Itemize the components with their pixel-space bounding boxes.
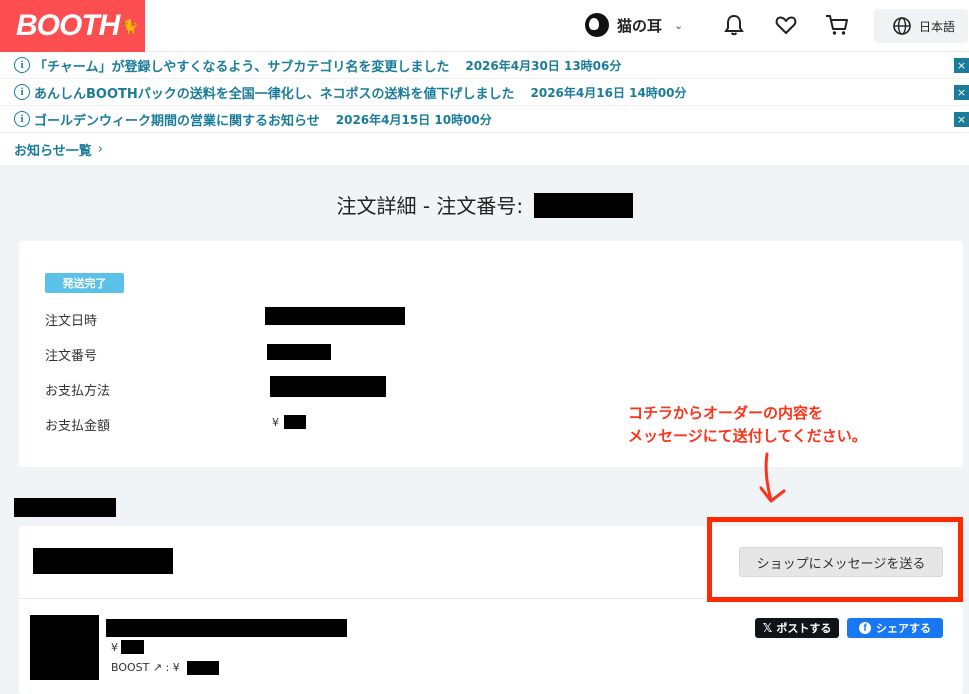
notice-item[interactable]: i 「チャーム」が登録しやすくなるよう、サブカテゴリ名を変更しました 2026年… [0,52,969,79]
bell-icon[interactable] [722,13,746,37]
status-badge: 発送完了 [45,273,124,293]
redacted-item-price [121,640,144,654]
redacted-item-name[interactable] [106,619,347,637]
redacted-order-number-value [267,344,331,360]
close-icon[interactable]: × [954,58,969,73]
header: BOOTH 🐈 猫の耳 ⌄ 日本語 [0,0,969,52]
info-icon: i [14,111,30,127]
annotation-line-1: コチラからオーダーの内容を [628,404,824,422]
instruction-annotation: コチラからオーダーの内容を メッセージにて送付してください。 [628,402,867,448]
close-icon[interactable]: × [954,112,969,127]
page-title: 注文詳細 - 注文番号: [0,190,969,219]
notice-all-link[interactable]: お知らせ一覧 › [0,133,969,165]
facebook-logo-icon: f [859,622,871,634]
highlight-box [707,517,963,602]
close-icon[interactable]: × [954,85,969,100]
username: 猫の耳 [617,16,663,35]
info-icon: i [14,57,30,73]
notice-date: 2026年4月30日 13時06分 [465,58,622,73]
redacted-shop-name [33,548,173,574]
order-date-label: 注文日時 [45,314,98,329]
notice-item[interactable]: i ゴールデンウィーク期間の営業に関するお知らせ 2026年4月15日 10時0… [0,106,969,133]
cart-icon[interactable] [825,13,849,37]
chevron-right-icon: › [97,141,103,157]
item-price-yen: ¥ [111,641,118,654]
globe-icon [893,17,911,35]
page-title-text: 注文詳細 - 注文番号: [336,194,524,218]
boost-label: BOOST ↗ : ¥ [111,661,180,674]
annotation-line-2: メッセージにて送付してください。 [628,427,867,445]
notice-text[interactable]: 「チャーム」が登録しやすくなるよう、サブカテゴリ名を変更しました [34,56,449,75]
language-label: 日本語 [919,19,956,34]
booth-logo[interactable]: BOOTH 🐈 [0,0,145,52]
notice-text[interactable]: ゴールデンウィーク期間の営業に関するお知らせ [34,110,320,129]
redacted-boost-amount [187,661,219,675]
share-fb-label: シェアする [876,622,931,635]
redacted-payment-method [270,376,386,397]
notice-date: 2026年4月15日 10時00分 [335,112,492,127]
info-icon: i [14,84,30,100]
x-logo-icon: 𝕏 [762,621,773,635]
redacted-order-number [533,193,633,218]
order-number-label: 注文番号 [45,349,98,364]
language-selector[interactable]: 日本語 [874,9,968,43]
notice-list: i 「チャーム」が登録しやすくなるよう、サブカテゴリ名を変更しました 2026年… [0,52,969,165]
share-facebook-button[interactable]: f シェアする [847,618,943,638]
notice-all-label: お知らせ一覧 [14,143,92,159]
user-avatar [585,13,609,37]
redacted-item-thumbnail[interactable] [30,615,99,680]
redacted-order-date [265,307,405,325]
chevron-down-icon: ⌄ [674,18,684,32]
redacted-payment-amount [284,415,306,429]
share-x-label: ポストする [776,622,832,635]
payment-amount-label: お支払金額 [45,419,111,434]
share-x-button[interactable]: 𝕏 ポストする [755,618,839,638]
user-menu[interactable]: 猫の耳 ⌄ [585,13,683,37]
cat-logo-icon: 🐈 [121,17,138,34]
notice-date: 2026年4月16日 14時00分 [530,85,687,100]
heart-icon[interactable] [774,13,798,37]
notice-item[interactable]: i あんしんBOOTHパックの送料を全国一律化し、ネコポスの送料を値下げしました… [0,79,969,106]
payment-method-label: お支払方法 [45,384,111,399]
yen-symbol: ¥ [272,416,279,429]
redacted-section-heading [14,498,116,517]
annotation-arrow-icon [759,452,786,503]
notice-text[interactable]: あんしんBOOTHパックの送料を全国一律化し、ネコポスの送料を値下げしました [34,83,515,102]
